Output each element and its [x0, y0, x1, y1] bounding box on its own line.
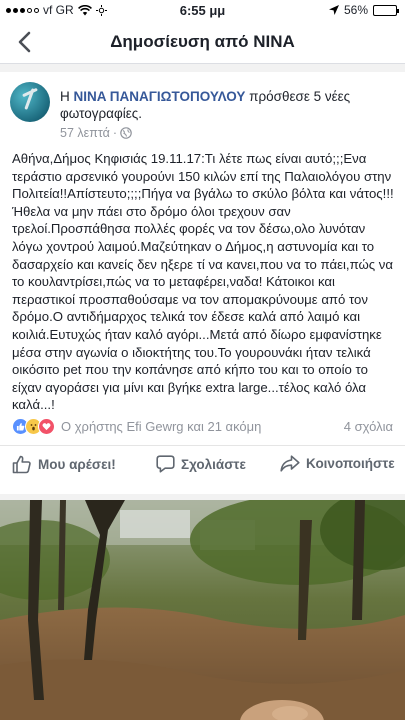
post-timestamp[interactable]: 57 λεπτά	[60, 126, 110, 140]
photo-image	[0, 500, 405, 720]
comments-count[interactable]: 4 σχόλια	[344, 419, 393, 434]
reactions-summary[interactable]: Ο χρήστης Efi Gewrg και 21 ακόμη	[61, 419, 261, 434]
reactions-row[interactable]: Ο χρήστης Efi Gewrg και 21 ακόμη 4 σχόλι…	[12, 415, 393, 437]
comment-button[interactable]: Σχολιάστε	[156, 455, 246, 473]
location-arrow-icon	[328, 5, 339, 15]
share-button[interactable]: Κοινοποιήστε	[280, 455, 395, 472]
post-header: Η NINA ΠΑΝΑΓΙΩΤΟΠΟΥΛΟΥ πρόσθεσε 5 νέες φ…	[10, 82, 395, 140]
author-name-link[interactable]: NINA ΠΑΝΑΓΙΩΤΟΠΟΥΛΟΥ	[74, 89, 246, 104]
page-title: Δημοσίευση από NINA	[110, 32, 295, 51]
reaction-icons	[12, 417, 55, 435]
globe-icon	[120, 127, 132, 139]
nav-bar: Δημοσίευση από NINA	[0, 20, 405, 64]
share-label: Κοινοποιήστε	[306, 456, 395, 471]
like-label: Μου αρέσει!	[38, 457, 116, 472]
like-button[interactable]: Μου αρέσει!	[12, 455, 116, 474]
battery-percent: 56%	[343, 3, 368, 17]
header-prefix: Η	[60, 89, 70, 104]
share-arrow-icon	[280, 455, 300, 472]
meta-separator: ·	[112, 126, 117, 140]
post-photo[interactable]	[0, 500, 405, 720]
post-actions: Μου αρέσει! Σχολιάστε Κοινοποιήστε	[0, 445, 405, 485]
battery-icon	[373, 4, 399, 16]
avatar[interactable]	[10, 82, 50, 122]
post-body-text: Αθήνα,Δήμος Κηφισιάς 19.11.17:Τι λέτε πω…	[12, 151, 394, 413]
status-bar: vf GR 6:55 μμ 56%	[0, 0, 405, 20]
post-header-text: Η NINA ΠΑΝΑΓΙΩΤΟΠΟΥΛΟΥ πρόσθεσε 5 νέες φ…	[60, 88, 395, 122]
comment-bubble-icon	[156, 455, 175, 473]
thumbs-up-icon	[12, 455, 31, 474]
comment-label: Σχολιάστε	[181, 456, 246, 472]
status-right: 56%	[328, 3, 399, 17]
post-meta: 57 λεπτά ·	[60, 126, 132, 140]
post-card: Η NINA ΠΑΝΑΓΙΩΤΟΠΟΥΛΟΥ πρόσθεσε 5 νέες φ…	[0, 72, 405, 494]
love-reaction-icon	[38, 417, 55, 435]
